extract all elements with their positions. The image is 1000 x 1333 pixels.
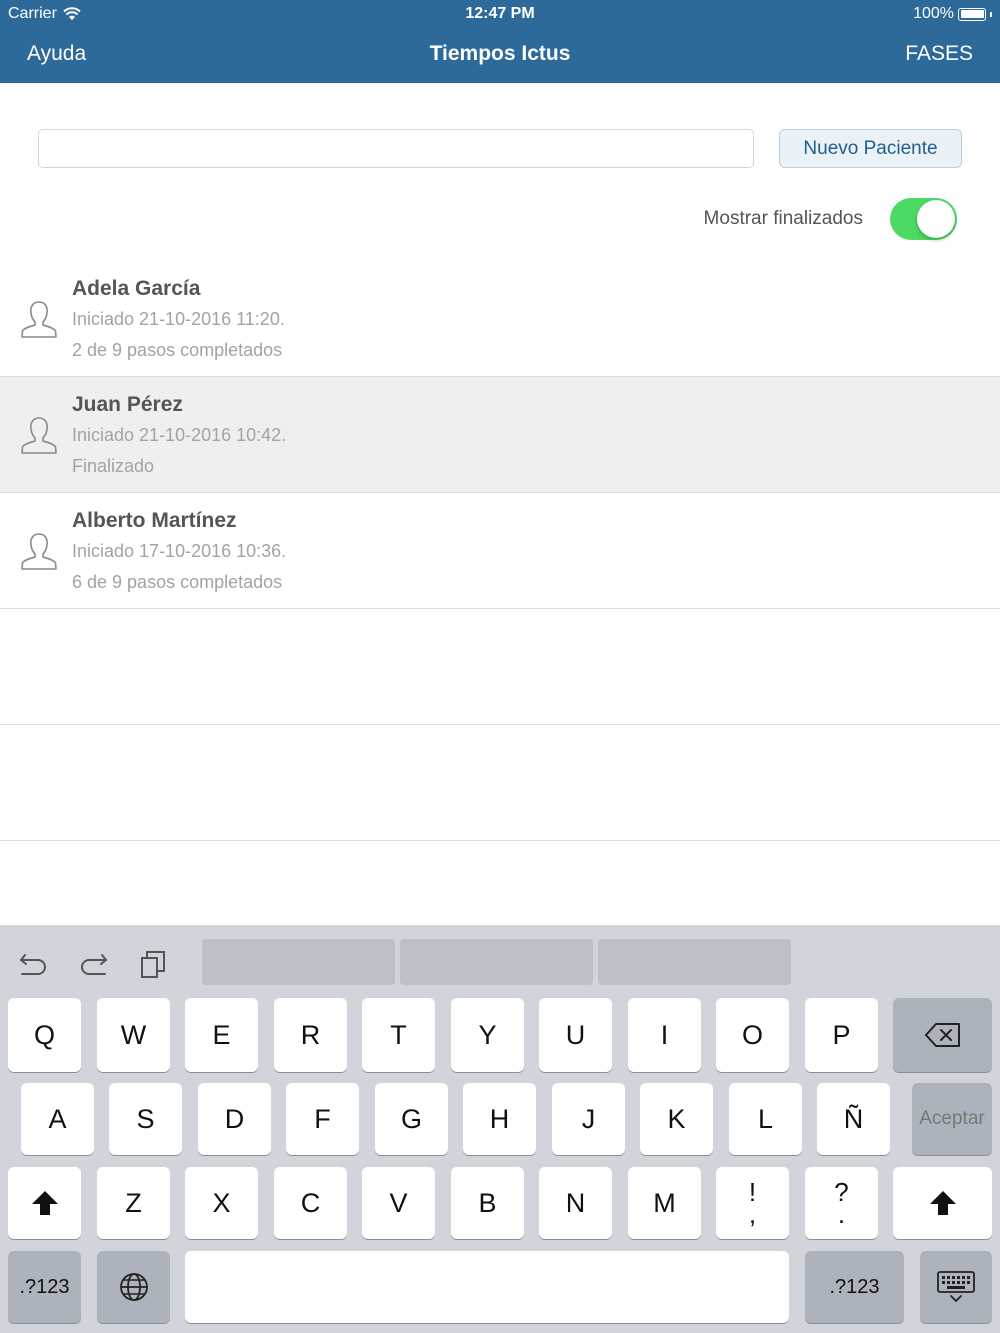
battery-indicator: 100%: [913, 5, 992, 23]
patient-row[interactable]: Alberto Martínez Iniciado 17-10-2016 10:…: [0, 493, 1000, 609]
empty-row: [0, 609, 1000, 725]
status-time: 12:47 PM: [465, 5, 535, 22]
battery-icon: [958, 7, 986, 21]
person-icon: [21, 533, 57, 570]
battery-percent: 100%: [913, 5, 954, 22]
backspace-key[interactable]: [893, 998, 992, 1072]
prediction-slot[interactable]: [400, 939, 593, 985]
key-s[interactable]: S: [109, 1083, 182, 1155]
phases-button[interactable]: FASES: [905, 42, 973, 66]
navigation-bar: Ayuda Tiempos Ictus FASES: [0, 28, 1000, 83]
key-f[interactable]: F: [286, 1083, 359, 1155]
shift-key-left[interactable]: [8, 1167, 81, 1239]
prediction-slot[interactable]: [202, 939, 395, 985]
shift-icon: [929, 1191, 956, 1215]
patient-start-time: Iniciado 17-10-2016 10:36.: [72, 541, 287, 561]
patient-progress: 2 de 9 pasos completados: [72, 340, 283, 360]
key-g[interactable]: G: [375, 1083, 448, 1155]
key-m[interactable]: M: [628, 1167, 701, 1239]
empty-row: [0, 725, 1000, 841]
patient-start-time: Iniciado 21-10-2016 10:42.: [72, 425, 287, 445]
key-bottom-char: .: [837, 1199, 846, 1229]
key-y[interactable]: Y: [451, 998, 524, 1072]
globe-key[interactable]: [97, 1251, 170, 1323]
key-b[interactable]: B: [451, 1167, 524, 1239]
key-question-period[interactable]: ?.: [805, 1167, 878, 1239]
accept-key[interactable]: Aceptar: [912, 1083, 992, 1155]
key-d[interactable]: D: [198, 1083, 271, 1155]
prediction-slot[interactable]: [598, 939, 791, 985]
keyboard-toolbar: [0, 925, 1000, 995]
key-n-tilde[interactable]: Ñ: [817, 1083, 890, 1155]
redo-icon[interactable]: [76, 947, 110, 981]
globe-icon: [119, 1273, 148, 1301]
keyboard: Q W E R T Y U I O P A S D F G H J K L Ñ …: [0, 925, 1000, 1333]
patient-list: Adela García Iniciado 21-10-2016 11:20. …: [0, 261, 1000, 841]
shift-icon: [31, 1191, 58, 1215]
key-v[interactable]: V: [362, 1167, 435, 1239]
dismiss-keyboard-key[interactable]: [920, 1251, 992, 1323]
key-e[interactable]: E: [185, 998, 258, 1072]
key-q[interactable]: Q: [8, 998, 81, 1072]
key-c[interactable]: C: [274, 1167, 347, 1239]
key-i[interactable]: I: [628, 998, 701, 1072]
paste-icon[interactable]: [137, 947, 171, 981]
top-bar: Carrier 12:47 PM 100% Ayuda Tiempos Ictu…: [0, 0, 1000, 83]
new-patient-button[interactable]: Nuevo Paciente: [779, 129, 962, 168]
key-o[interactable]: O: [716, 998, 789, 1072]
patient-progress: Finalizado: [72, 456, 155, 476]
search-input[interactable]: [38, 129, 754, 168]
show-finished-toggle[interactable]: [890, 198, 957, 240]
patient-name: Juan Pérez: [72, 393, 183, 416]
numbers-key-left[interactable]: .?123: [8, 1251, 81, 1323]
patient-row-selected[interactable]: Juan Pérez Iniciado 21-10-2016 10:42. Fi…: [0, 377, 1000, 493]
key-r[interactable]: R: [274, 998, 347, 1072]
person-icon: [21, 417, 57, 454]
key-p[interactable]: P: [805, 998, 878, 1072]
patient-start-time: Iniciado 21-10-2016 11:20.: [72, 309, 285, 329]
keyboard-dismiss-icon: [937, 1271, 975, 1303]
shift-key-right[interactable]: [893, 1167, 992, 1239]
key-h[interactable]: H: [463, 1083, 536, 1155]
undo-icon[interactable]: [17, 947, 51, 981]
space-bar[interactable]: [185, 1251, 789, 1323]
patient-row[interactable]: Adela García Iniciado 21-10-2016 11:20. …: [0, 261, 1000, 377]
key-bottom-char: ,: [748, 1199, 757, 1229]
patient-name: Adela García: [72, 277, 201, 300]
patient-progress: 6 de 9 pasos completados: [72, 572, 283, 592]
patient-name: Alberto Martínez: [72, 509, 237, 532]
key-l[interactable]: L: [729, 1083, 802, 1155]
key-k[interactable]: K: [640, 1083, 713, 1155]
backspace-icon: [924, 1023, 960, 1047]
key-exclamation-comma[interactable]: !,: [716, 1167, 789, 1239]
numbers-key-right[interactable]: .?123: [805, 1251, 904, 1323]
key-z[interactable]: Z: [97, 1167, 170, 1239]
key-a[interactable]: A: [21, 1083, 94, 1155]
key-u[interactable]: U: [539, 998, 612, 1072]
key-t[interactable]: T: [362, 998, 435, 1072]
page-title: Tiempos Ictus: [429, 42, 571, 65]
person-icon: [21, 301, 57, 338]
status-bar: Carrier 12:47 PM 100%: [0, 0, 1000, 28]
toggle-knob: [917, 200, 955, 238]
key-w[interactable]: W: [97, 998, 170, 1072]
key-x[interactable]: X: [185, 1167, 258, 1239]
key-j[interactable]: J: [552, 1083, 625, 1155]
show-finished-label: Mostrar finalizados: [703, 208, 863, 229]
key-n[interactable]: N: [539, 1167, 612, 1239]
